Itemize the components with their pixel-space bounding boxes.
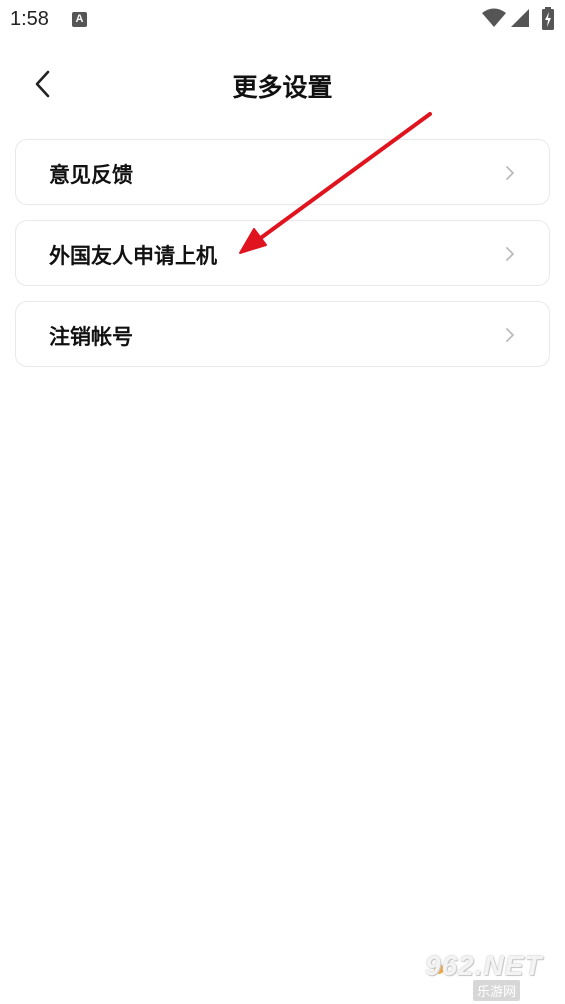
menu-item-label: 外国友人申请上机 <box>49 244 217 268</box>
battery-charging-icon <box>542 7 554 30</box>
chevron-right-icon <box>506 247 514 261</box>
watermark-subtext: 乐游网 <box>473 980 521 1001</box>
settings-menu: 意见反馈 外国友人申请上机 注销帐号 <box>15 139 550 382</box>
menu-item-label: 意见反馈 <box>49 163 133 187</box>
chevron-right-icon <box>506 328 514 342</box>
watermark-text: 962.NET <box>425 950 543 981</box>
status-time: 1:58 <box>10 8 49 30</box>
menu-item-feedback[interactable]: 意见反馈 <box>15 139 550 205</box>
menu-item-label: 注销帐号 <box>49 325 133 349</box>
wifi-icon <box>482 8 506 27</box>
menu-item-foreign-friend-apply[interactable]: 外国友人申请上机 <box>15 220 550 286</box>
page-title: 更多设置 <box>232 73 333 102</box>
watermark-logo: 962.NET 乐游网 <box>425 950 560 1001</box>
a-notification-icon: A <box>72 12 87 27</box>
status-bar: 1:58 A <box>0 0 565 38</box>
header: 更多设置 <box>0 52 565 112</box>
menu-item-delete-account[interactable]: 注销帐号 <box>15 301 550 367</box>
signal-icon <box>511 9 529 27</box>
chevron-right-icon <box>506 166 514 180</box>
